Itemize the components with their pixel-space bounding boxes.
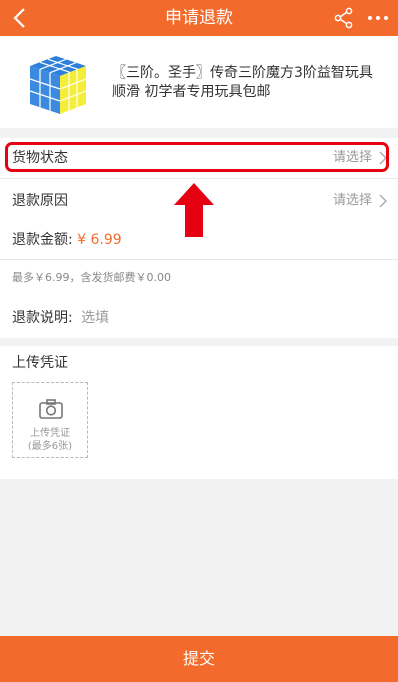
divider bbox=[0, 178, 398, 179]
rubiks-cube-image bbox=[29, 56, 87, 114]
refund-reason-value: 请选择 bbox=[332, 193, 372, 208]
divider bbox=[0, 259, 398, 260]
refund-amount-label: 退款金额: ¥ 6.99 bbox=[12, 220, 122, 260]
refund-desc-row[interactable]: 退款说明: 选填 bbox=[0, 298, 398, 338]
amount-note: 最多￥6.99，含发货邮费￥0.00 bbox=[12, 271, 171, 284]
product-title: 〖三阶。圣手〗传奇三阶魔方3阶益智玩具顺滑 初学者专用玩具包邮 bbox=[112, 65, 373, 100]
share-icon[interactable] bbox=[330, 4, 358, 32]
upload-evidence-button[interactable]: 上传凭证 (最多6张) bbox=[12, 382, 88, 458]
more-dots-icon[interactable] bbox=[364, 4, 392, 32]
highlight-box bbox=[5, 142, 389, 172]
refund-reason-label: 退款原因 bbox=[12, 193, 68, 209]
refund-amount-label-text: 退款金额: bbox=[12, 232, 73, 248]
top-nav-bar: 申请退款 bbox=[0, 0, 398, 36]
refund-desc-label-text: 退款说明: bbox=[12, 310, 73, 326]
camera-icon bbox=[39, 399, 63, 419]
refund-desc-label: 退款说明: 选填 bbox=[12, 298, 109, 338]
upload-box-limit: (最多6张) bbox=[27, 441, 73, 452]
refund-amount-value: 6.99 bbox=[90, 232, 122, 248]
submit-button[interactable]: 提交 bbox=[0, 636, 398, 682]
refund-desc-input[interactable]: 选填 bbox=[81, 310, 109, 326]
upload-title: 上传凭证 bbox=[12, 355, 68, 371]
chevron-left-icon[interactable] bbox=[6, 0, 36, 36]
chevron-right-icon bbox=[379, 194, 387, 208]
currency-symbol: ¥ bbox=[77, 232, 87, 248]
up-arrow-icon bbox=[174, 183, 214, 237]
product-card: 〖三阶。圣手〗传奇三阶魔方3阶益智玩具顺滑 初学者专用玩具包邮 bbox=[0, 36, 398, 128]
refund-desc-section: 退款说明: 选填 bbox=[0, 298, 398, 338]
